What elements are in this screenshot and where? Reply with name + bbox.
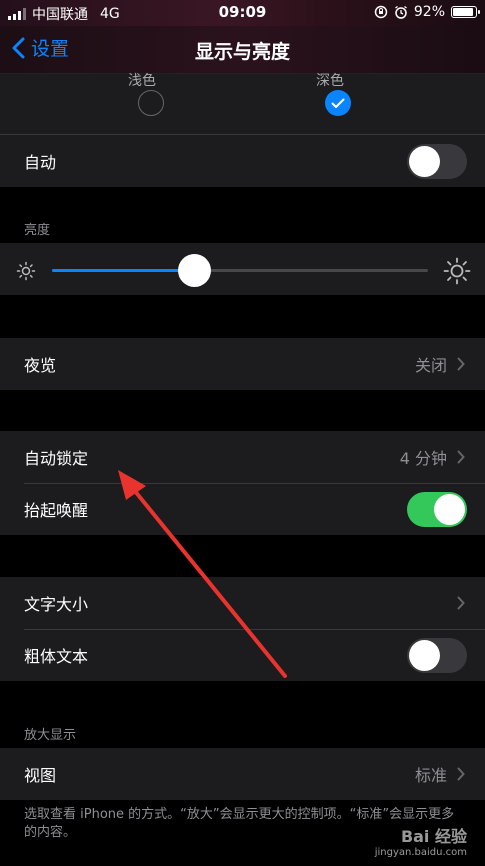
appearance-light-label: 浅色 [128, 73, 156, 89]
bold-text-toggle[interactable] [407, 638, 467, 673]
text-size-label: 文字大小 [24, 595, 89, 614]
auto-label: 自动 [24, 153, 57, 172]
auto-appearance-toggle[interactable] [407, 144, 467, 179]
page-title: 显示与亮度 [194, 41, 290, 63]
chevron-right-icon [457, 596, 465, 610]
raise-to-wake-row: 抬起唤醒 [0, 483, 485, 535]
watermark-logo: Bai 经验 jingyan.baidu.com [375, 823, 467, 858]
appearance-dark-radio[interactable] [325, 90, 351, 116]
battery-percent: 92% [413, 4, 445, 20]
appearance-selector: 浅色 深色 [0, 73, 485, 134]
orientation-lock-icon [374, 5, 388, 19]
night-shift-label: 夜览 [24, 356, 57, 375]
view-label: 视图 [24, 766, 57, 785]
display-zoom-header: 放大显示 [24, 728, 77, 743]
appearance-dark-label: 深色 [316, 73, 344, 89]
bold-text-label: 粗体文本 [24, 647, 89, 666]
auto-group: 自动 [0, 134, 485, 187]
raise-to-wake-toggle[interactable] [407, 492, 467, 527]
auto-lock-row[interactable]: 自动锁定 4 分钟 [0, 431, 485, 483]
brightness-group [0, 243, 485, 295]
alarm-icon [394, 5, 407, 19]
lock-group: 自动锁定 4 分钟 抬起唤醒 [0, 431, 485, 535]
watermark-url: jingyan.baidu.com [374, 847, 467, 858]
auto-lock-value: 4 分钟 [399, 449, 447, 468]
watermark-brand: Bai 经验 [400, 827, 467, 846]
brightness-slider[interactable] [52, 254, 428, 287]
status-right: 92% [374, 4, 480, 20]
chevron-right-icon [457, 357, 465, 371]
night-shift-value: 关闭 [414, 356, 447, 375]
status-bar: 中国联通 4G 09:09 92% [0, 0, 485, 26]
display-zoom-group: 视图 标准 [0, 748, 485, 800]
night-shift-group: 夜览 关闭 [0, 338, 485, 390]
brightness-slider-thumb[interactable] [178, 254, 212, 287]
text-group: 文字大小 粗体文本 [0, 577, 485, 681]
sun-large-icon [443, 257, 471, 285]
brightness-header: 亮度 [24, 223, 51, 238]
battery-icon [451, 6, 480, 18]
chevron-right-icon [457, 450, 465, 464]
display-zoom-view-row[interactable]: 视图 标准 [0, 748, 485, 800]
view-value: 标准 [414, 766, 447, 785]
raise-to-wake-label: 抬起唤醒 [24, 501, 89, 520]
checkmark-icon [331, 98, 345, 108]
bold-text-row: 粗体文本 [0, 629, 485, 681]
auto-lock-label: 自动锁定 [24, 449, 89, 468]
text-size-row[interactable]: 文字大小 [0, 577, 485, 629]
auto-appearance-row: 自动 [0, 135, 485, 187]
brightness-slider-fill [52, 269, 195, 272]
appearance-light-radio[interactable] [138, 90, 164, 116]
navigation-bar: 设置 显示与亮度 [0, 26, 485, 74]
chevron-right-icon [457, 767, 465, 781]
night-shift-row[interactable]: 夜览 关闭 [0, 338, 485, 390]
sun-small-icon [16, 261, 36, 281]
